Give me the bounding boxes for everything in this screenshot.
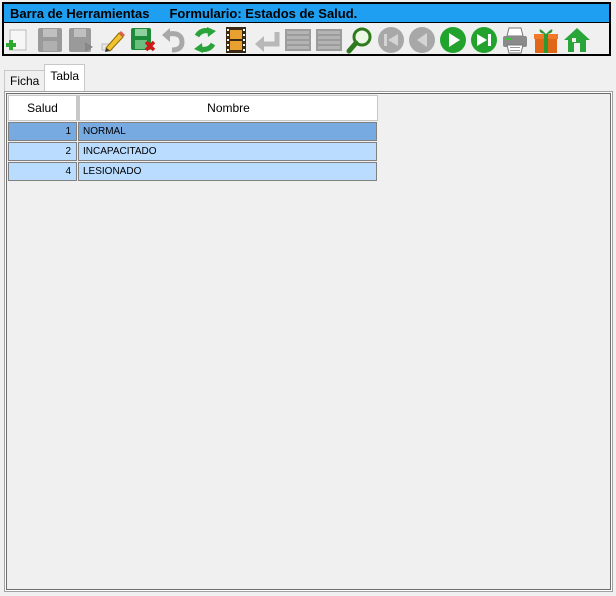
film-button[interactable] xyxy=(221,25,250,55)
delete-button[interactable] xyxy=(128,25,157,55)
printer-icon xyxy=(502,27,527,54)
table-row[interactable]: 4 LESIONADO xyxy=(8,162,378,181)
gift-icon xyxy=(533,29,558,53)
first-record-button[interactable] xyxy=(376,25,405,55)
toolbar-title: Barra de Herramientas xyxy=(10,5,150,21)
refresh-button[interactable] xyxy=(190,25,219,55)
cell-nombre[interactable]: NORMAL xyxy=(78,122,377,141)
cell-nombre[interactable]: LESIONADO xyxy=(78,162,377,181)
cell-salud[interactable]: 2 xyxy=(8,142,77,161)
toolbar: Barra de Herramientas Formulario: Estado… xyxy=(2,2,611,56)
previous-record-disabled-icon xyxy=(408,27,435,53)
table-row[interactable]: 2 INCAPACITADO xyxy=(8,142,378,161)
save-delete-icon xyxy=(130,28,155,52)
save-as-disabled-icon xyxy=(68,28,93,52)
previous-record-button[interactable] xyxy=(407,25,436,55)
form-title: Formulario: Estados de Salud. xyxy=(169,5,358,21)
column-header-nombre[interactable]: Nombre xyxy=(79,95,378,121)
grid-button-2[interactable] xyxy=(314,25,343,55)
add-icon xyxy=(5,29,26,51)
refresh-icon xyxy=(193,27,216,53)
last-record-button[interactable] xyxy=(469,25,498,55)
grid-disabled-icon xyxy=(284,29,311,51)
first-record-disabled-icon xyxy=(377,27,404,53)
print-button[interactable] xyxy=(500,25,529,55)
gift-button[interactable] xyxy=(531,25,560,55)
back-arrow-disabled-icon xyxy=(254,32,279,52)
undo-disabled-icon xyxy=(161,28,185,53)
home-icon xyxy=(563,28,590,52)
data-grid: Salud Nombre 1 NORMAL 2 INCAPACITADO 4 L… xyxy=(8,95,378,181)
save-as-button[interactable] xyxy=(66,25,95,55)
cell-salud[interactable]: 4 xyxy=(8,162,77,181)
grid-button-1[interactable] xyxy=(283,25,312,55)
next-record-button[interactable] xyxy=(438,25,467,55)
cell-nombre[interactable]: INCAPACITADO xyxy=(78,142,377,161)
add-button[interactable] xyxy=(4,25,33,55)
save-disabled-icon xyxy=(37,28,62,52)
column-header-salud[interactable]: Salud xyxy=(8,95,77,121)
tab-strip: Ficha Tabla xyxy=(4,64,86,91)
edit-button[interactable] xyxy=(97,25,126,55)
table-row[interactable]: 1 NORMAL xyxy=(8,122,378,141)
last-record-icon xyxy=(470,27,497,53)
search-icon xyxy=(346,27,371,54)
cell-salud[interactable]: 1 xyxy=(8,122,77,141)
tab-tabla[interactable]: Tabla xyxy=(44,64,86,91)
search-button[interactable] xyxy=(345,25,374,55)
grid-disabled-icon xyxy=(315,29,342,51)
save-button[interactable] xyxy=(35,25,64,55)
edit-pencil-icon xyxy=(101,31,125,52)
next-record-icon xyxy=(439,27,466,53)
tab-content: Salud Nombre 1 NORMAL 2 INCAPACITADO 4 L… xyxy=(4,91,613,592)
film-icon xyxy=(225,27,246,53)
back-button[interactable] xyxy=(252,25,281,55)
toolbar-title-bar: Barra de Herramientas Formulario: Estado… xyxy=(4,4,609,23)
data-grid-area: Salud Nombre 1 NORMAL 2 INCAPACITADO 4 L… xyxy=(6,93,611,590)
grid-header: Salud Nombre xyxy=(8,95,378,121)
tab-ficha[interactable]: Ficha xyxy=(4,70,46,91)
undo-button[interactable] xyxy=(159,25,188,55)
home-button[interactable] xyxy=(562,25,591,55)
